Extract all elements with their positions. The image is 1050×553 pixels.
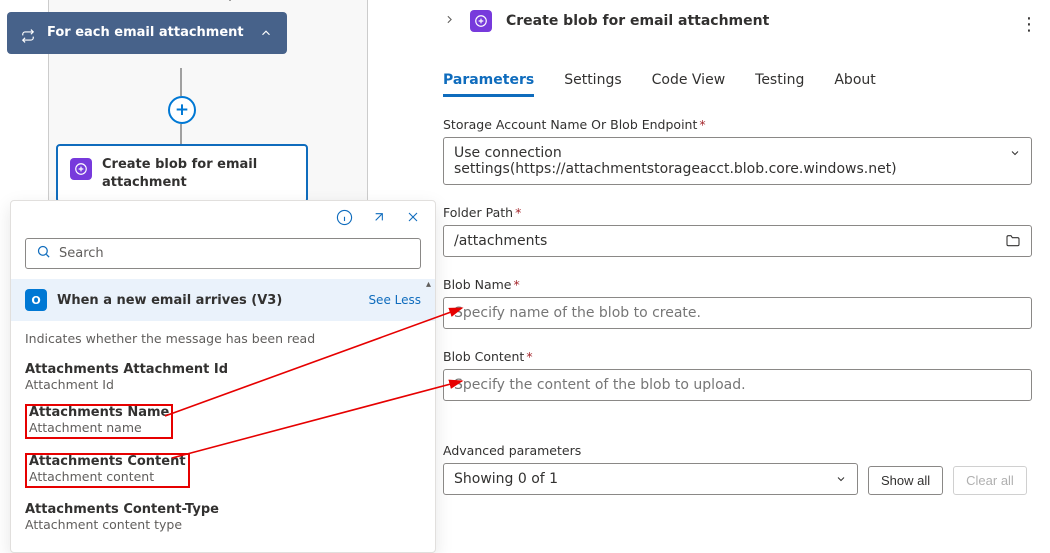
list-item[interactable]: Attachments Content-Type Attachment cont…	[23, 496, 423, 538]
tabs: Parameters Settings Code View Testing Ab…	[443, 66, 1032, 97]
dynamic-content-panel: Search ▴ O When a new email arrives (V3)…	[10, 200, 436, 553]
required-asterisk: *	[515, 205, 521, 220]
add-step-button[interactable]: +	[168, 96, 196, 124]
advanced-label: Advanced parameters	[443, 443, 1032, 458]
item-title: Attachments Name	[29, 405, 169, 420]
item-title: Attachments Content	[29, 454, 186, 469]
tab-about[interactable]: About	[834, 66, 875, 97]
connector-line-2	[180, 124, 182, 146]
advanced-params-select[interactable]: Showing 0 of 1	[443, 463, 858, 495]
trigger-description: Indicates whether the message has been r…	[23, 327, 423, 356]
blob-content-input[interactable]: Specify the content of the blob to uploa…	[443, 369, 1032, 401]
list-item[interactable]: Attachments Attachment Id Attachment Id	[23, 356, 423, 398]
for-each-title: For each email attachment	[47, 24, 244, 42]
show-all-button[interactable]: Show all	[868, 466, 943, 495]
tab-testing[interactable]: Testing	[755, 66, 804, 97]
create-blob-title: Create blob for email attachment	[102, 157, 257, 190]
tab-code-view[interactable]: Code View	[652, 66, 726, 97]
folder-path-input[interactable]: /attachments	[443, 225, 1032, 257]
loop-icon	[21, 29, 35, 49]
required-asterisk: *	[526, 349, 532, 364]
required-asterisk: *	[699, 117, 705, 132]
tab-parameters[interactable]: Parameters	[443, 66, 534, 97]
required-asterisk: *	[513, 277, 519, 292]
blob-connector-icon	[70, 158, 92, 180]
folder-label: Folder Path	[443, 205, 513, 220]
storage-label: Storage Account Name Or Blob Endpoint	[443, 117, 697, 132]
blob-name-input[interactable]: Specify name of the blob to create.	[443, 297, 1032, 329]
item-subtitle: Attachment Id	[25, 377, 421, 392]
blob-content-placeholder: Specify the content of the blob to uploa…	[454, 377, 746, 393]
blob-content-label: Blob Content	[443, 349, 524, 364]
search-icon	[36, 244, 51, 263]
plus-icon: +	[175, 100, 189, 120]
action-detail-panel: Create blob for email attachment ⋮ Param…	[425, 0, 1050, 530]
item-subtitle: Attachment name	[29, 420, 142, 435]
blob-name-label: Blob Name	[443, 277, 511, 292]
expand-icon[interactable]	[371, 209, 387, 230]
connector-line-1	[180, 68, 182, 96]
list-item[interactable]: Attachments NameAttachment name	[23, 398, 423, 447]
page-title: Create blob for email attachment	[506, 13, 769, 29]
trigger-title: When a new email arrives (V3)	[57, 293, 282, 308]
chevron-down-icon	[1009, 147, 1021, 162]
item-subtitle: Attachment content	[29, 469, 154, 484]
list-item[interactable]: Attachments ContentAttachment content	[23, 447, 423, 496]
blob-name-placeholder: Specify name of the blob to create.	[454, 305, 701, 321]
storage-value: Use connection settings(https://attachme…	[454, 145, 897, 177]
blob-connector-icon	[470, 10, 492, 32]
item-title: Attachments Content-Type	[25, 502, 421, 517]
search-input[interactable]: Search	[25, 238, 421, 269]
more-actions-icon[interactable]: ⋮	[1020, 14, 1038, 35]
storage-account-select[interactable]: Use connection settings(https://attachme…	[443, 137, 1032, 185]
folder-value: /attachments	[454, 233, 547, 249]
dynamic-trigger-header[interactable]: ▴ O When a new email arrives (V3) See Le…	[11, 279, 435, 321]
flow-canvas: For each email attachment + Create blob …	[0, 0, 415, 200]
chevron-down-icon	[835, 473, 847, 488]
tab-settings[interactable]: Settings	[564, 66, 621, 97]
connector-line-in	[229, 0, 231, 1]
search-placeholder: Search	[59, 246, 104, 261]
clear-all-button: Clear all	[953, 466, 1027, 495]
folder-icon[interactable]	[1005, 233, 1021, 253]
for-each-card[interactable]: For each email attachment	[7, 12, 287, 54]
see-less-link[interactable]: See Less	[368, 293, 421, 307]
info-icon[interactable]	[336, 209, 353, 230]
create-blob-card[interactable]: Create blob for email attachment	[56, 144, 308, 203]
outlook-icon: O	[25, 289, 47, 311]
advanced-value: Showing 0 of 1	[454, 471, 558, 487]
collapse-chevron-icon[interactable]	[443, 13, 456, 30]
item-title: Attachments Attachment Id	[25, 362, 421, 377]
chevron-up-icon[interactable]	[259, 26, 273, 46]
close-icon[interactable]	[405, 209, 421, 230]
